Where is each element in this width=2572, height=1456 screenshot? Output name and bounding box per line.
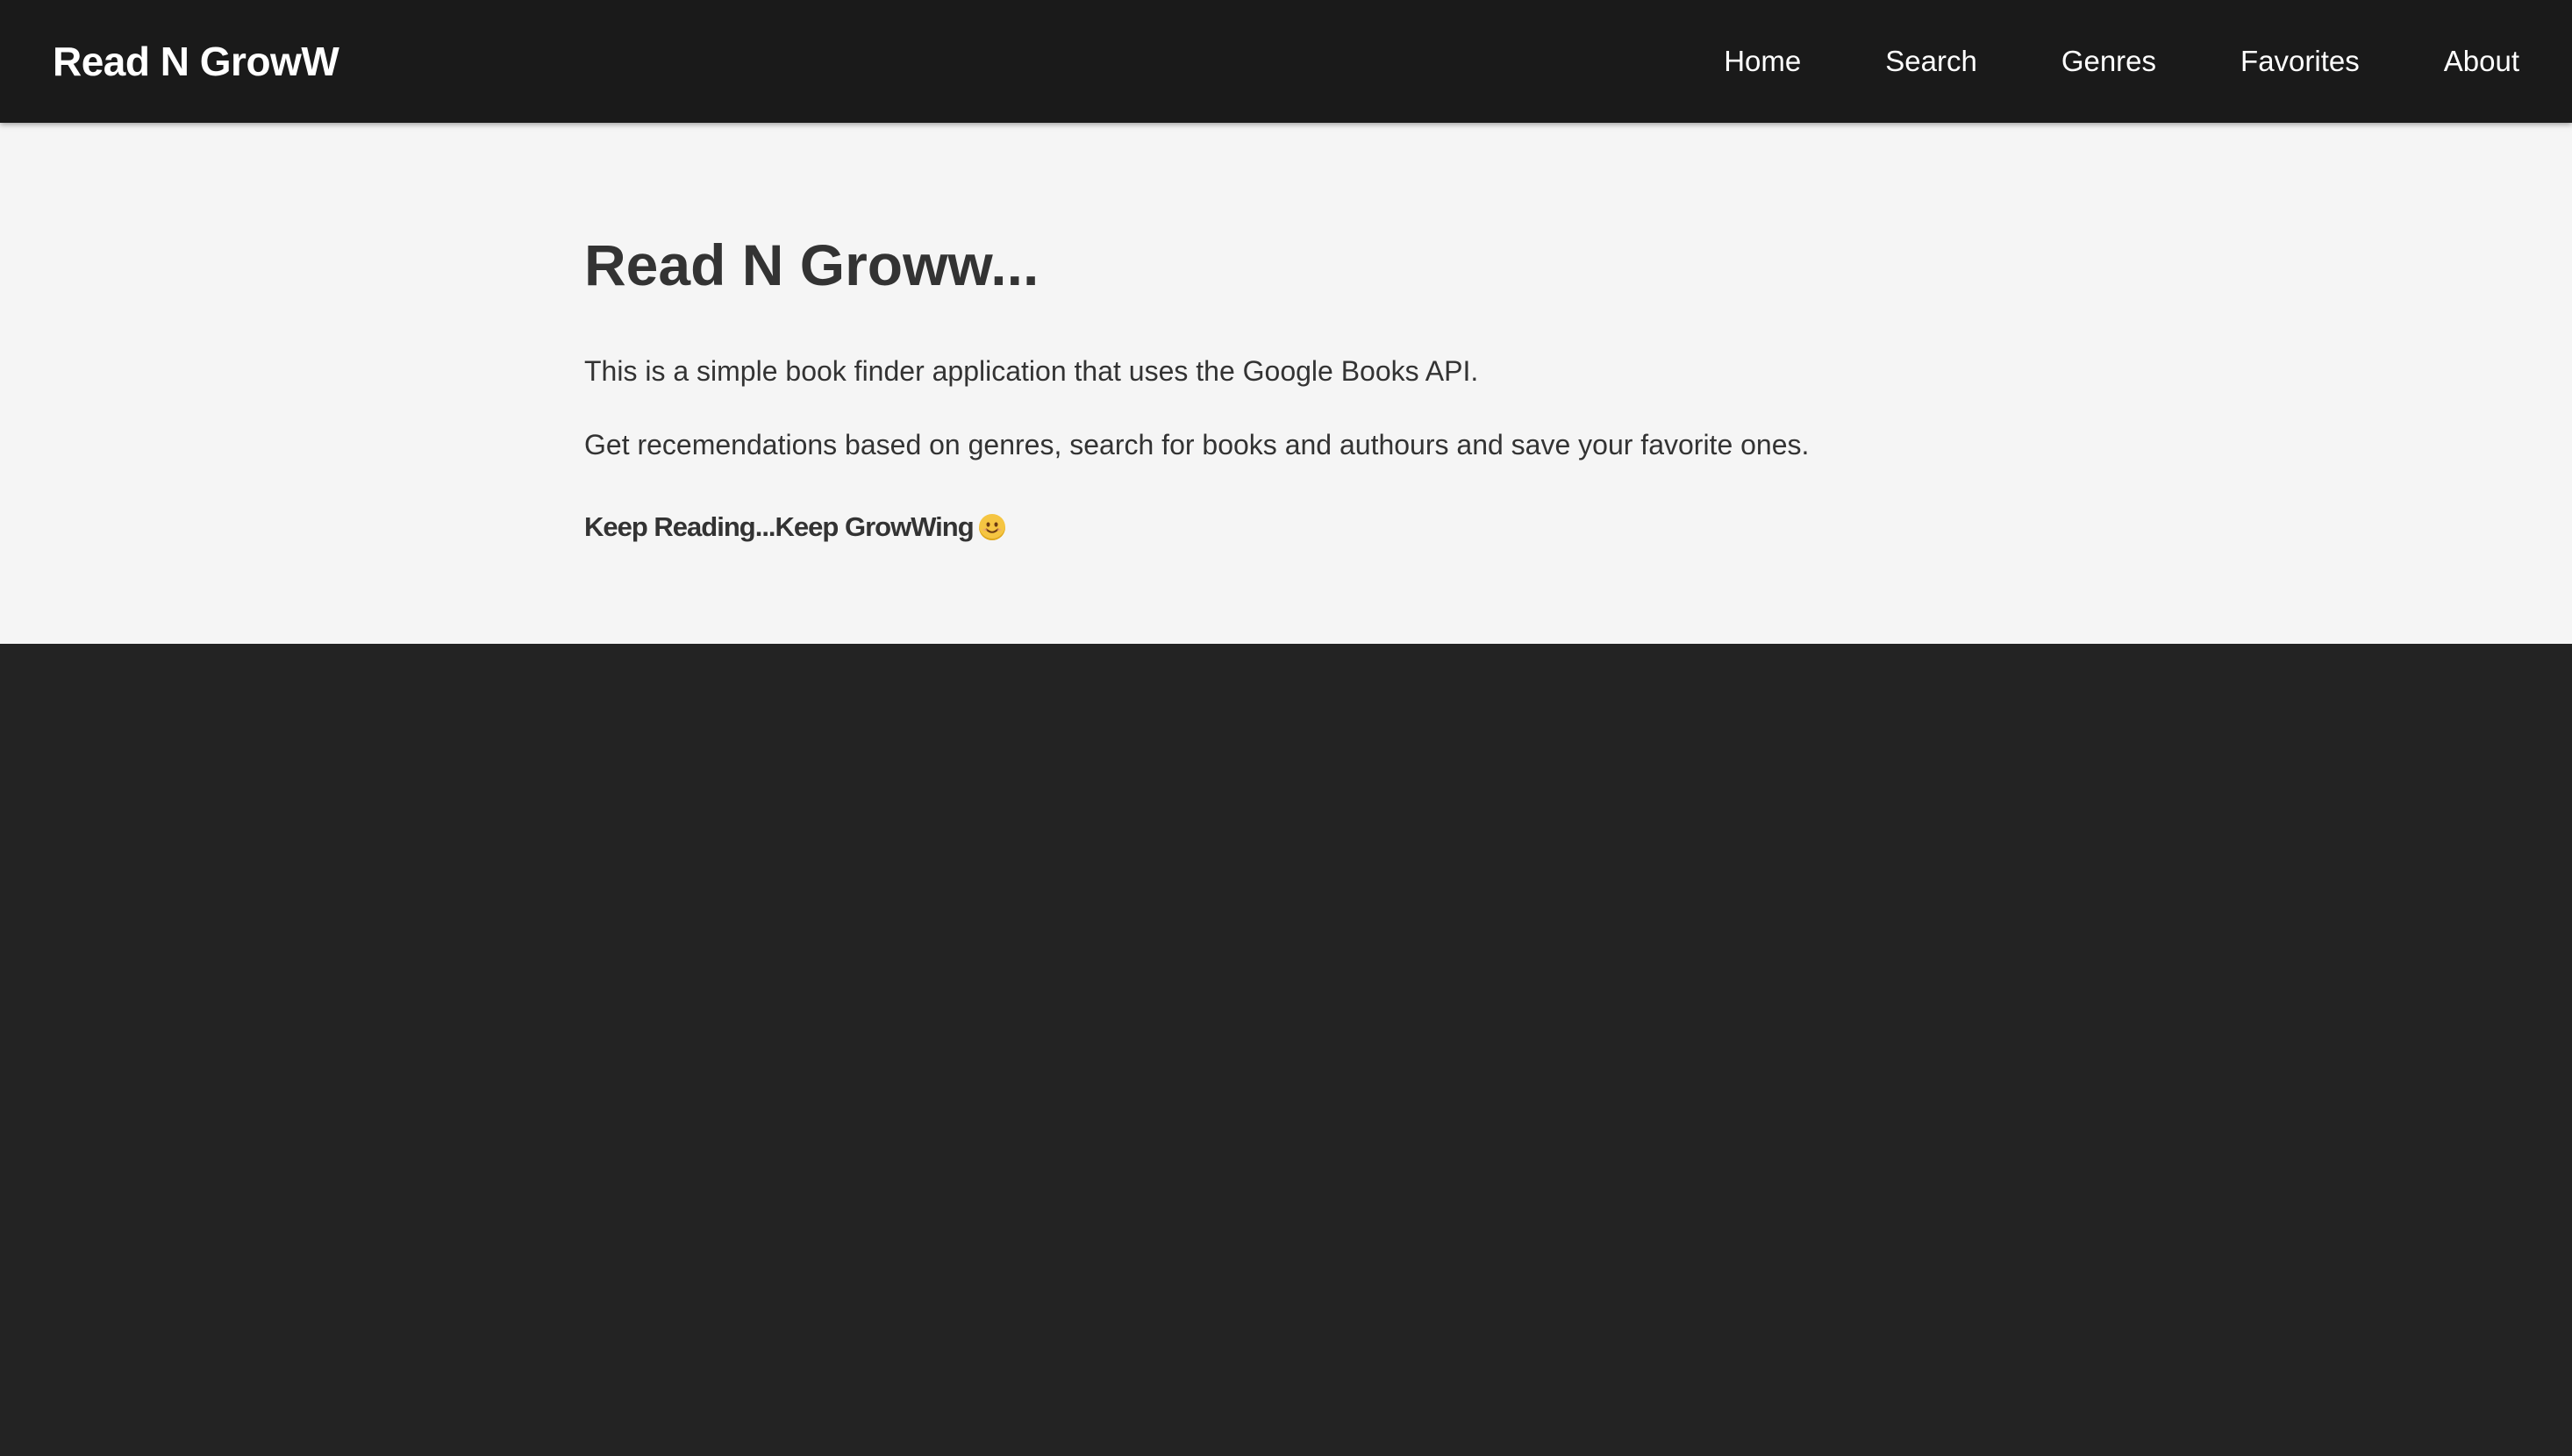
- tagline: Keep Reading...Keep GrowWing: [584, 509, 1005, 546]
- description-paragraph-2: Get recemendations based on genres, sear…: [584, 429, 1810, 460]
- about-section: Read N Groww... This is a simple book fi…: [0, 123, 2572, 644]
- nav-link-favorites[interactable]: Favorites: [2240, 45, 2360, 78]
- nav-links: Home Search Genres Favorites About: [1640, 0, 2519, 123]
- nav-link-search[interactable]: Search: [1885, 45, 1977, 78]
- page-background: [0, 644, 2572, 1456]
- description-paragraph-1: This is a simple book finder application…: [584, 355, 1479, 387]
- nav-link-about[interactable]: About: [2444, 45, 2519, 78]
- smile-icon: [978, 514, 1005, 540]
- brand-logo-link[interactable]: Read N GrowW: [53, 0, 339, 123]
- nav-link-home[interactable]: Home: [1724, 45, 1801, 78]
- navbar: Read N GrowW Home Search Genres Favorite…: [0, 0, 2572, 123]
- page-title: Read N Groww...: [584, 232, 1040, 297]
- tagline-text: Keep Reading...Keep GrowWing: [584, 511, 975, 542]
- nav-link-genres[interactable]: Genres: [2061, 45, 2156, 78]
